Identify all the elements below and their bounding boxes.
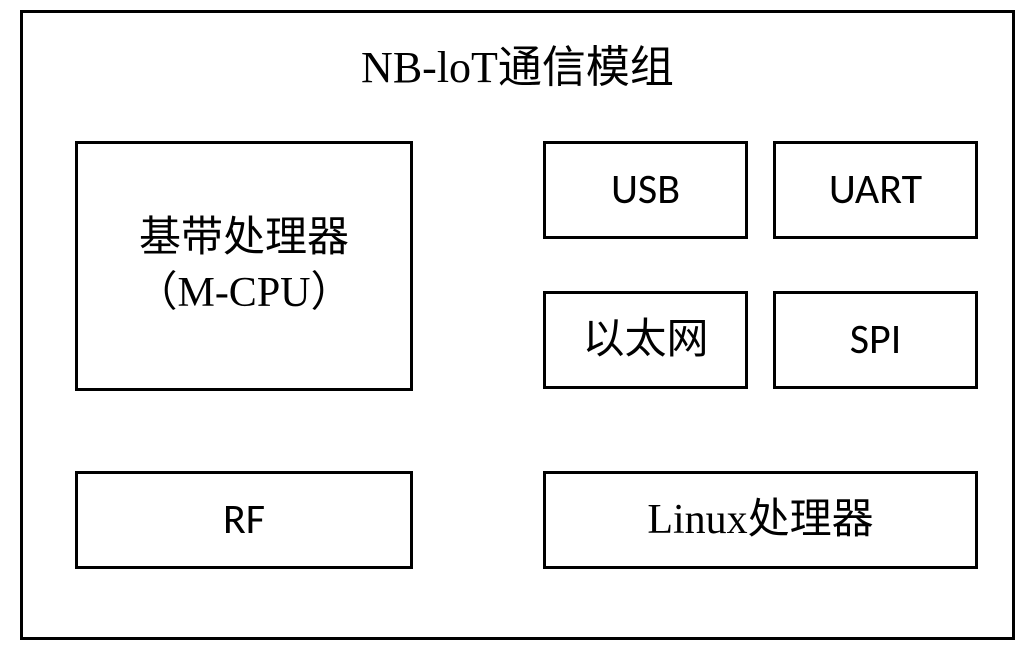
spi-box: SPI xyxy=(773,291,978,389)
rf-box: RF xyxy=(75,471,413,569)
linux-processor-box: Linux处理器 xyxy=(543,471,978,569)
ethernet-label: 以太网 xyxy=(582,313,708,368)
module-outer-box: NB-loT通信模组 基带处理器 （M-CPU） USB UART 以太网 SP… xyxy=(20,10,1015,640)
ethernet-box: 以太网 xyxy=(543,291,748,389)
linux-processor-label: Linux处理器 xyxy=(647,493,873,548)
uart-box: UART xyxy=(773,141,978,239)
module-title: NB-loT通信模组 xyxy=(23,31,1012,95)
uart-label: UART xyxy=(829,163,922,218)
baseband-processor-label: 基带处理器 （M-CPU） xyxy=(135,211,352,320)
usb-box: USB xyxy=(543,141,748,239)
baseband-processor-box: 基带处理器 （M-CPU） xyxy=(75,141,413,391)
rf-label: RF xyxy=(223,493,265,548)
spi-label: SPI xyxy=(850,313,902,368)
usb-label: USB xyxy=(611,163,680,218)
